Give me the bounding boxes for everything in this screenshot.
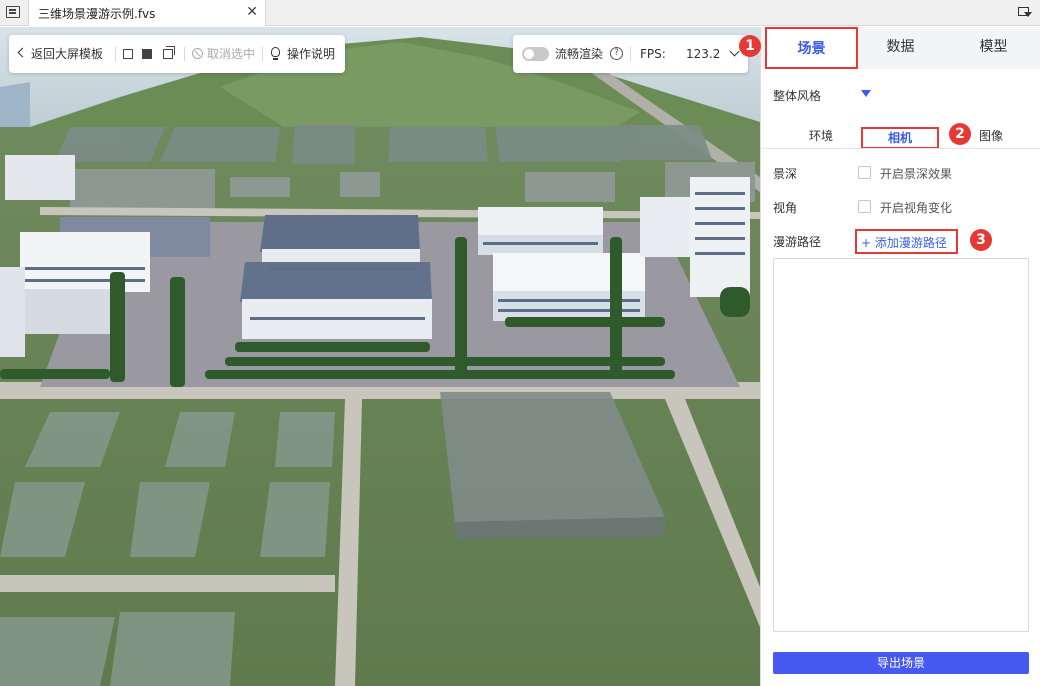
- back-to-template-button[interactable]: 返回大屏模板: [31, 46, 103, 62]
- depth-of-field-checkbox[interactable]: [858, 166, 871, 179]
- toolbar-divider: [262, 47, 263, 61]
- depth-of-field-option[interactable]: 开启景深效果: [880, 165, 952, 182]
- depth-of-field-label: 景深: [773, 167, 798, 181]
- caret-down-icon[interactable]: [861, 90, 871, 97]
- main-tabs: 场景 数据 模型: [761, 27, 1040, 69]
- view-angle-option[interactable]: 开启视角变化: [880, 199, 952, 216]
- app-menu-icon[interactable]: [6, 6, 20, 18]
- window-menu-icon[interactable]: [1018, 6, 1032, 18]
- top-tab-bar: 三维场景漫游示例.fvs ✕: [0, 0, 1040, 26]
- tab-model[interactable]: 模型: [947, 27, 1040, 69]
- add-roam-path-button[interactable]: + 添加漫游路径: [855, 229, 958, 254]
- help-icon[interactable]: ?: [610, 47, 623, 60]
- view-angle-label: 视角: [773, 201, 798, 215]
- smooth-render-label: 流畅渲染: [555, 47, 604, 61]
- fps-value: 123.2: [686, 47, 721, 61]
- cancel-select-icon: [192, 48, 203, 59]
- file-tab[interactable]: 三维场景漫游示例.fvs ✕: [28, 0, 266, 26]
- roam-path-list[interactable]: [773, 258, 1029, 632]
- copy-icon[interactable]: [123, 49, 133, 59]
- toolbar-divider: [115, 47, 116, 61]
- tab-scene[interactable]: 场景: [765, 27, 858, 69]
- instructions-button[interactable]: 操作说明: [287, 46, 335, 62]
- scene-render: [0, 27, 760, 686]
- toolbar-divider: [184, 47, 185, 61]
- roam-path-label: 漫游路径: [773, 235, 822, 249]
- toolbar-divider: [630, 47, 631, 61]
- add-roam-path-label: + 添加漫游路径: [861, 236, 947, 250]
- render-toolbar: 流畅渲染 ? FPS: 123.2: [513, 35, 748, 73]
- cube-icon[interactable]: [142, 49, 152, 59]
- smooth-render-toggle[interactable]: [522, 47, 549, 61]
- overall-style-label: 整体风格: [773, 89, 822, 103]
- close-tab-icon[interactable]: ✕: [246, 4, 258, 20]
- chevron-down-icon[interactable]: [729, 46, 740, 57]
- export-scene-button[interactable]: 导出场景: [773, 652, 1029, 674]
- bulb-icon: [271, 47, 280, 60]
- annotation-badge-3: 3: [970, 229, 992, 251]
- view-angle-checkbox[interactable]: [858, 200, 871, 213]
- tab-data[interactable]: 数据: [854, 27, 947, 69]
- scene-viewport[interactable]: 返回大屏模板 取消选中 操作说明 流畅渲染 ? FPS: 123.2: [0, 27, 760, 686]
- subtab-divider: [761, 148, 1040, 149]
- chevron-left-icon[interactable]: [17, 47, 28, 58]
- properties-panel: 场景 数据 模型 1 整体风格 环境 相机 2 图像 景深 开启景深效果 视角 …: [739, 27, 1040, 686]
- annotation-badge-2: 2: [949, 123, 971, 145]
- duplicate-icon[interactable]: [163, 46, 175, 59]
- subtab-image[interactable]: 图像: [973, 127, 1009, 145]
- subtab-environment[interactable]: 环境: [791, 127, 851, 145]
- cancel-select-button[interactable]: 取消选中: [207, 46, 255, 62]
- annotation-badge-1: 1: [739, 35, 761, 57]
- fps-label: FPS:: [640, 47, 666, 61]
- viewport-toolbar: 返回大屏模板 取消选中 操作说明: [9, 35, 345, 73]
- subtab-camera[interactable]: 相机: [861, 127, 939, 149]
- file-tab-title: 三维场景漫游示例.fvs: [38, 7, 156, 21]
